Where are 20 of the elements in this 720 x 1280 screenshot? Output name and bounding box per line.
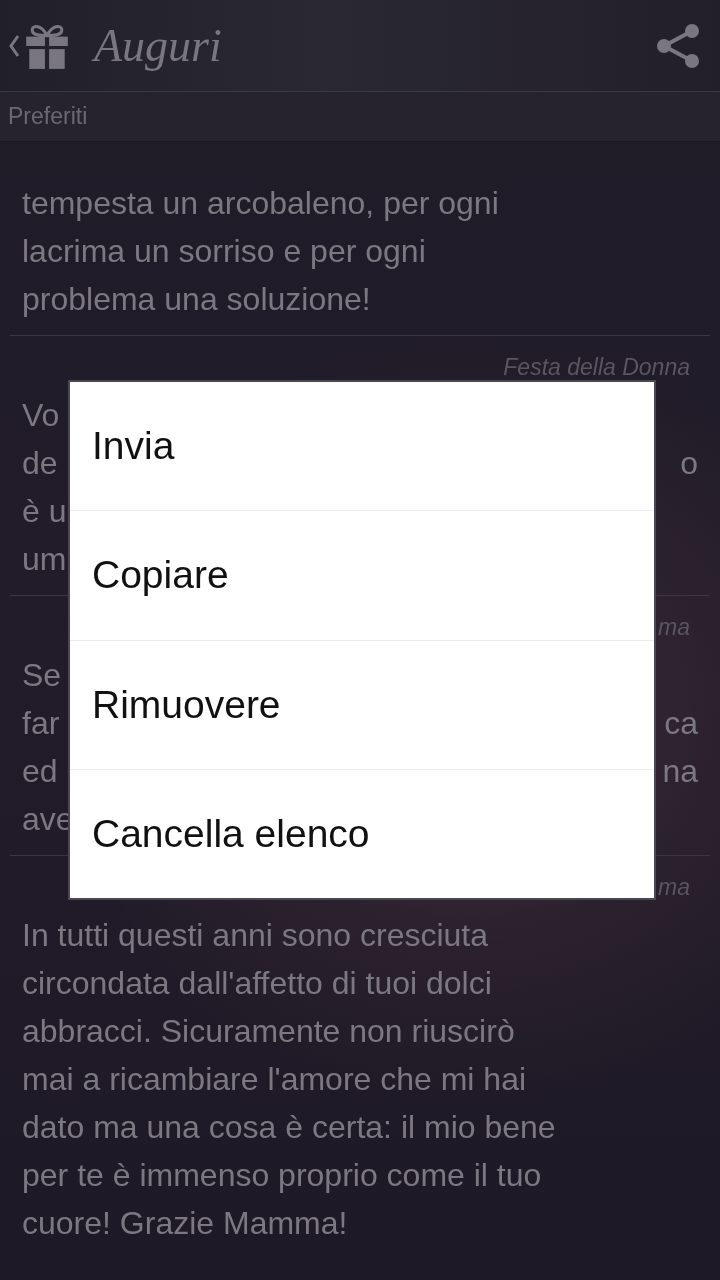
menu-item[interactable]: Rimuovere bbox=[70, 639, 654, 769]
menu-item[interactable]: Cancella elenco bbox=[70, 768, 654, 898]
message-text: tempesta un arcobaleno, per ogni lacrima un sorriso e per ogni problema una soluzione! bbox=[22, 184, 500, 319]
message-text-fragment: ed bbox=[22, 752, 58, 791]
share-icon[interactable] bbox=[654, 21, 702, 70]
message-text-fragment: um bbox=[22, 540, 67, 579]
message-text-fragment: Se bbox=[22, 656, 62, 695]
message-text: In tutti questi anni sono cresciuta circondata dall'affetto di tuoi dolci abbracci. Sicuramente non riuscirò mai a ricambiare l'amore che mi hai dato ma una cosa è certa: il mio bene per te è immenso proprio come il tuo cuore! Grazie Mamma! bbox=[22, 916, 557, 1243]
message-text-fragment: ca bbox=[664, 704, 698, 743]
message-text-fragment: de bbox=[22, 444, 58, 483]
message-text-fragment: na bbox=[662, 752, 698, 791]
menu-item[interactable]: Invia bbox=[70, 382, 654, 511]
section-title: Preferiti bbox=[8, 103, 88, 130]
message-text-fragment: o bbox=[680, 444, 698, 483]
message-text-fragment: Vo bbox=[22, 396, 60, 435]
category-label: Festa della Donna bbox=[503, 353, 690, 382]
back-chevron-icon bbox=[8, 33, 20, 58]
message-text-fragment: è u bbox=[22, 492, 67, 531]
message-text-fragment: far bbox=[22, 704, 60, 743]
menu-item[interactable]: Copiare bbox=[70, 510, 654, 640]
